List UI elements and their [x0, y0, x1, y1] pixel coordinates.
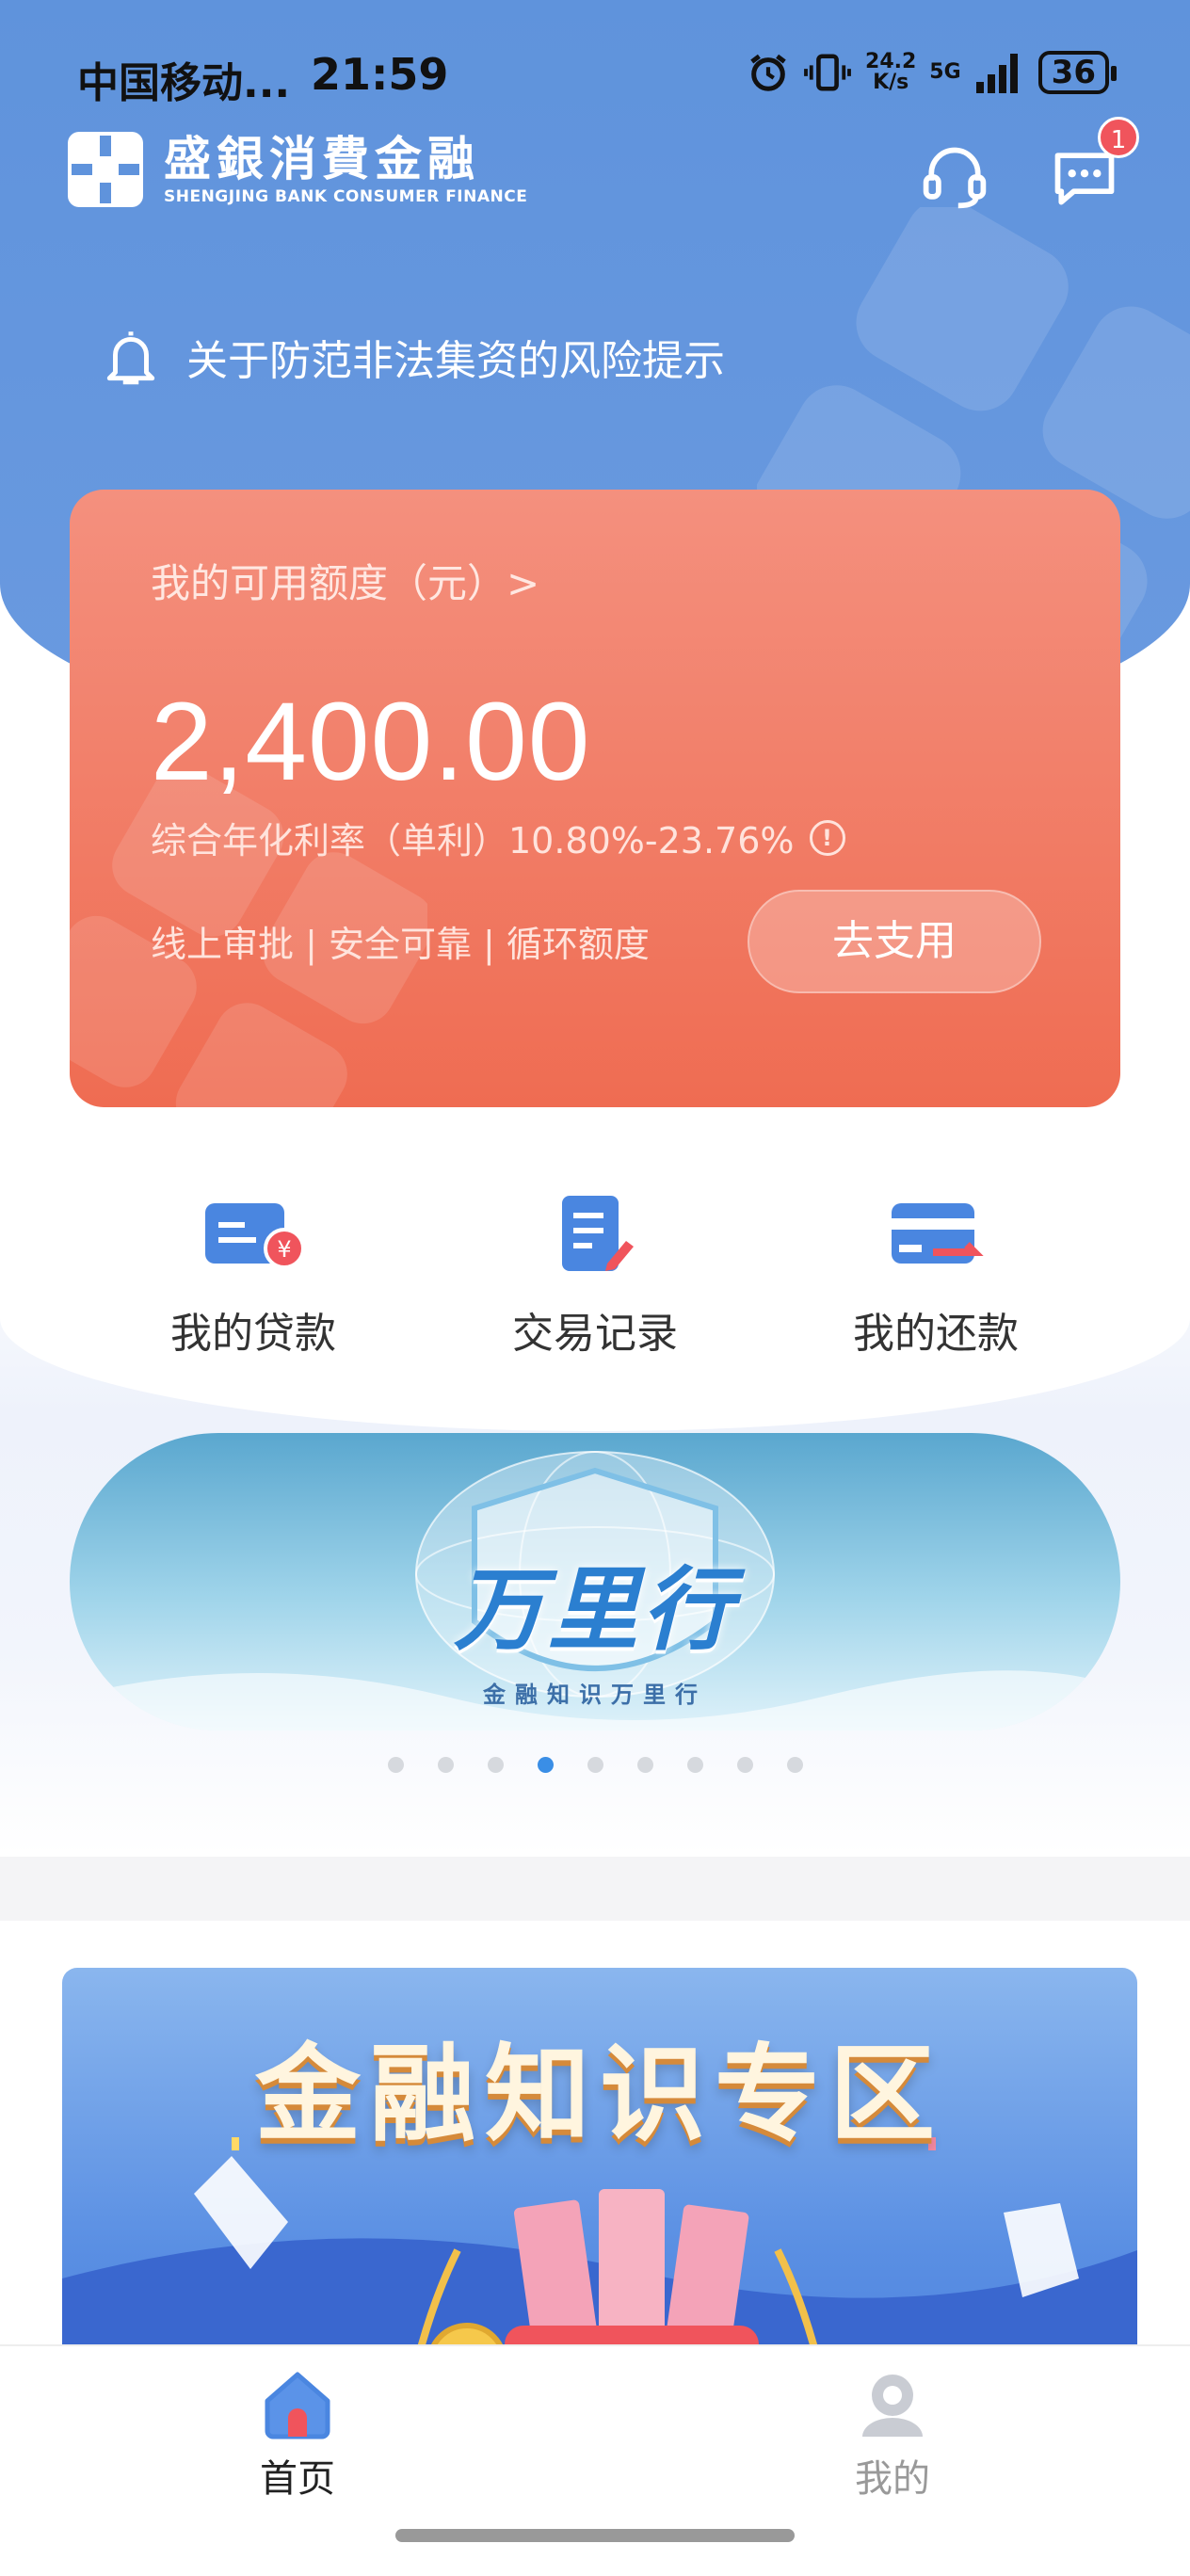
tab-mine[interactable]: 我的: [798, 2365, 987, 2503]
loan-card-icon: ¥: [205, 1203, 305, 1269]
home-indicator: [395, 2529, 795, 2542]
quick-action-my-loan[interactable]: ¥ 我的贷款: [131, 1196, 376, 1360]
quick-action-transactions[interactable]: 交易记录: [473, 1196, 717, 1360]
quick-action-label: 我的还款: [853, 1310, 1019, 1358]
bell-icon: [106, 331, 155, 385]
repayment-card-icon: [892, 1203, 984, 1264]
banner-title: 万里行: [454, 1557, 736, 1663]
brand-name-en: SHENGJING BANK CONSUMER FINANCE: [164, 187, 528, 206]
credit-limit-card[interactable]: 我的可用额度（元）> 2,400.00 综合年化利率（单利）10.80%-23.…: [70, 490, 1120, 1107]
carousel-dot[interactable]: [686, 1757, 703, 1773]
signal-icon: [975, 54, 1018, 93]
carousel-pagination: [0, 1757, 1190, 1773]
home-icon: [265, 2372, 330, 2439]
quick-action-my-repayment[interactable]: 我的还款: [813, 1196, 1058, 1360]
carousel-dot[interactable]: [587, 1757, 603, 1773]
annual-rate: 综合年化利率（单利）10.80%-23.76% !: [151, 812, 845, 863]
carousel-dot[interactable]: [736, 1757, 753, 1773]
alarm-icon: [750, 54, 786, 91]
net-speed-unit: K/s: [873, 71, 909, 94]
carousel-dot-active[interactable]: [537, 1757, 554, 1773]
tab-home-label: 首页: [260, 2457, 335, 2501]
message-badge: 1: [1098, 117, 1139, 158]
card-features: 线上审批 | 安全可靠 | 循环额度: [151, 924, 650, 965]
brand-logo: 盛銀消費金融 SHENGJING BANK CONSUMER FINANCE: [68, 132, 527, 207]
carousel-banner[interactable]: 万里行 金融知识万里行: [70, 1433, 1120, 1731]
info-icon[interactable]: !: [809, 819, 845, 856]
carousel-dot[interactable]: [636, 1757, 653, 1773]
carousel-dot[interactable]: [786, 1757, 803, 1773]
status-icons: 24.2 K/s 5G 36: [747, 51, 1118, 94]
net-speed: 24.2 K/s: [865, 52, 916, 93]
clock-time: 21:59: [311, 49, 449, 100]
available-limit-amount: 2,400.00: [151, 680, 591, 804]
available-limit-label[interactable]: 我的可用额度（元）>: [151, 552, 539, 609]
risk-notice[interactable]: 关于防范非法集资的风险提示: [102, 326, 725, 388]
notice-text: 关于防范非法集资的风险提示: [186, 337, 725, 385]
brand-logo-icon: [68, 132, 143, 207]
banner-subtitle: 金融知识万里行: [483, 1682, 707, 1708]
section-separator: [0, 1857, 1190, 1921]
annual-rate-text: 综合年化利率（单利）10.80%-23.76%: [151, 820, 795, 861]
carousel-dot[interactable]: [437, 1757, 454, 1773]
withdraw-button[interactable]: 去支用: [748, 890, 1041, 993]
vibrate-icon: [804, 54, 851, 91]
svg-text:¥: ¥: [277, 1236, 291, 1263]
network-label: 5G: [929, 60, 961, 84]
network-type: 5G: [929, 62, 960, 83]
brand-name-cn: 盛銀消費金融: [164, 131, 480, 186]
quick-action-label: 交易记录: [512, 1310, 678, 1358]
battery-indicator: 36: [1037, 51, 1118, 94]
tab-home[interactable]: 首页: [203, 2365, 392, 2503]
carousel-dot[interactable]: [487, 1757, 504, 1773]
carousel-dot[interactable]: [387, 1757, 404, 1773]
profile-icon: [862, 2375, 923, 2437]
tab-mine-label: 我的: [855, 2457, 930, 2501]
knowledge-zone-title: 金融知识专区: [255, 2034, 944, 2156]
carrier-name: 中国移动...: [77, 59, 291, 107]
transaction-record-icon: [562, 1196, 634, 1271]
status-bar: 中国移动... 21:59 24.2 K/s 5G 36: [0, 0, 1190, 141]
quick-action-label: 我的贷款: [170, 1310, 336, 1358]
customer-service-icon[interactable]: [919, 141, 990, 213]
net-speed-value: 24.2: [865, 50, 917, 73]
